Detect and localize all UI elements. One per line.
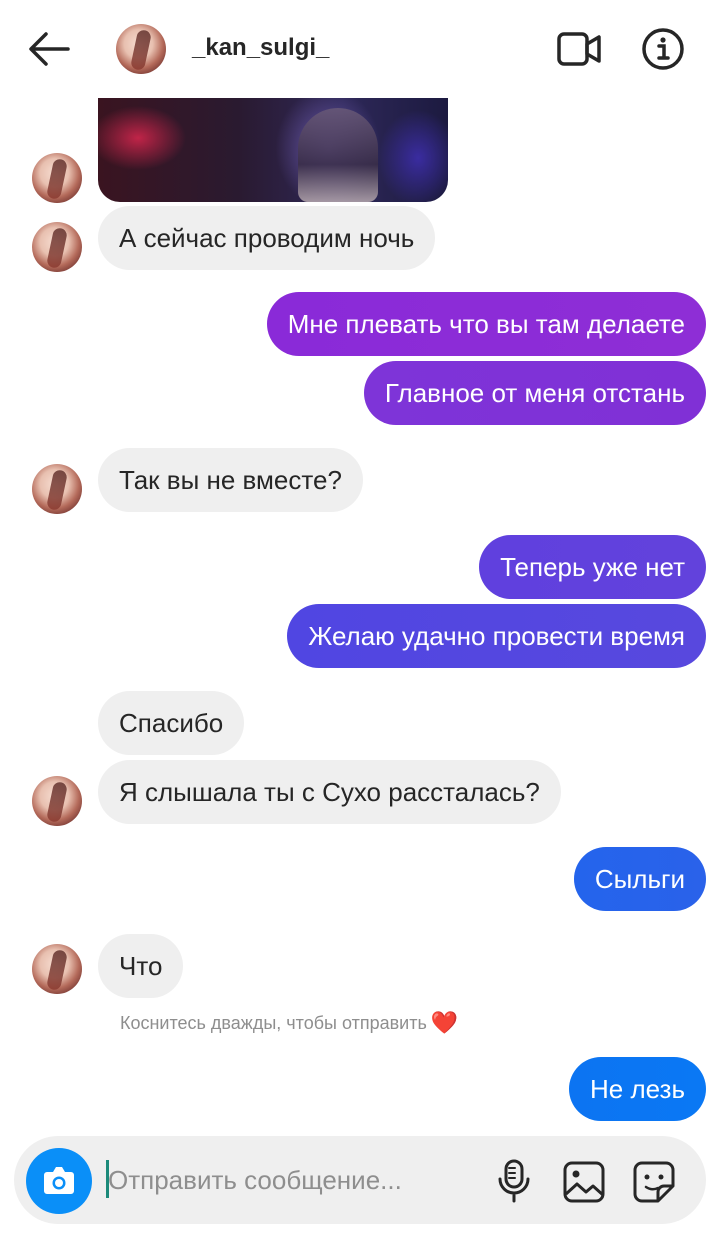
message-text: Спасибо [119,708,224,738]
photo-message[interactable] [98,98,448,202]
message-text: Не лезь [590,1074,685,1104]
avatar[interactable] [32,776,82,826]
avatar[interactable] [32,944,82,994]
avatar[interactable] [32,464,82,514]
message-bubble-incoming[interactable]: Так вы не вместе? [98,448,363,512]
sticker-icon [633,1161,675,1203]
microphone-icon [498,1159,530,1203]
message-bubble-outgoing[interactable]: Теперь уже нет [479,535,706,599]
back-button[interactable] [26,28,72,70]
message-bubble-incoming[interactable]: Спасибо [98,691,245,755]
message-text: Сыльги [594,864,685,894]
message-text: Так вы не вместе? [119,465,342,495]
message-text: Что [119,951,163,981]
double-tap-hint[interactable]: Коснитесь дважды, чтобы отправить ❤️ [120,1012,458,1034]
video-call-button[interactable] [556,29,602,69]
message-text: Желаю удачно провести время [308,621,685,651]
message-bubble-incoming[interactable]: Что [98,934,184,998]
message-text: Главное от меня отстань [384,378,685,408]
hint-text: Коснитесь дважды, чтобы отправить [120,1012,427,1033]
message-text: Я слышала ты с Сухо рассталась? [119,777,540,807]
message-text: А сейчас проводим ночь [119,223,415,253]
video-call-icon [557,32,601,66]
message-bubble-outgoing[interactable]: Не лезь [569,1057,706,1121]
message-bubble-outgoing[interactable]: Желаю удачно провести время [287,604,706,668]
camera-button[interactable] [26,1148,92,1214]
message-bubble-incoming[interactable]: Я слышала ты с Сухо рассталась? [98,760,561,824]
avatar[interactable] [32,153,82,203]
message-text: Теперь уже нет [500,552,685,582]
voice-message-button[interactable] [494,1158,534,1204]
message-bubble-outgoing[interactable]: Главное от меня отстань [363,361,706,425]
info-icon [642,28,684,70]
message-text: Мне плевать что вы там делаете [287,309,685,339]
message-input[interactable] [108,1156,468,1204]
message-bubble-outgoing[interactable]: Сыльги [573,847,706,911]
avatar[interactable] [32,222,82,272]
camera-icon [44,1167,74,1194]
heart-icon[interactable]: ❤️ [431,1012,458,1034]
chat-header: _kan_sulgi_ [0,0,720,98]
chat-username[interactable]: _kan_sulgi_ [192,34,329,62]
message-composer [14,1136,706,1224]
sticker-button[interactable] [632,1160,676,1204]
info-button[interactable] [640,26,686,72]
message-bubble-incoming[interactable]: А сейчас проводим ночь [98,206,436,270]
image-icon [563,1161,605,1203]
photo-content [298,108,378,202]
gallery-button[interactable] [562,1160,606,1204]
back-arrow-icon [29,32,70,66]
avatar[interactable] [116,24,166,74]
message-bubble-outgoing[interactable]: Мне плевать что вы там делаете [266,292,706,356]
